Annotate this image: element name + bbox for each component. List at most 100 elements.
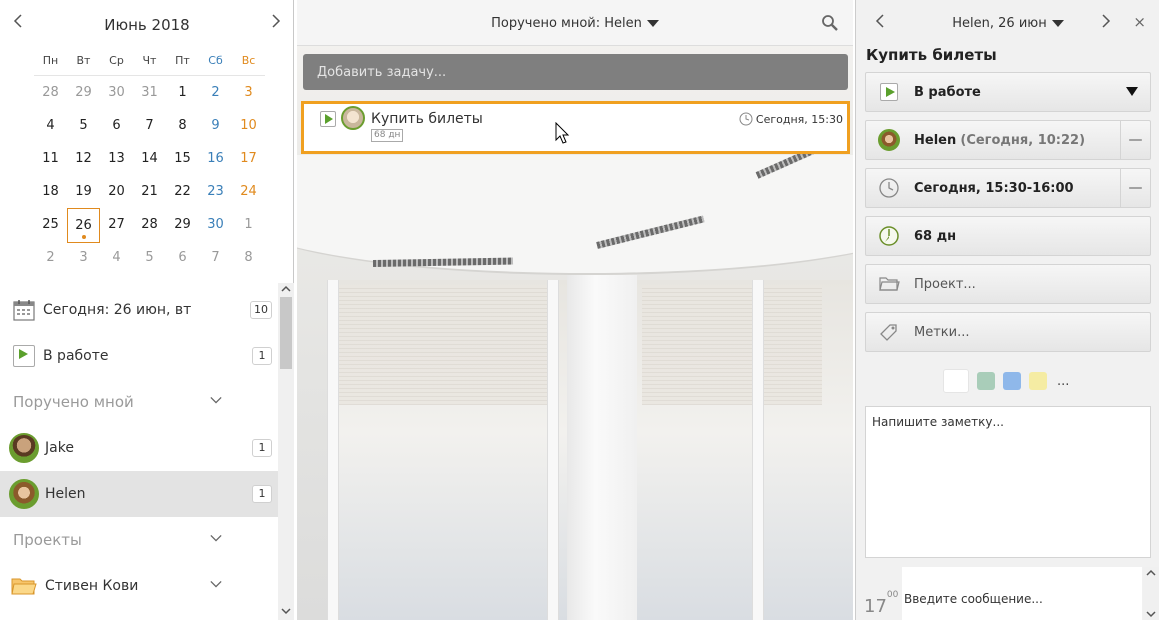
calendar-day[interactable]: 8 bbox=[166, 109, 199, 142]
next-task-button[interactable] bbox=[1100, 12, 1112, 33]
calendar-day[interactable]: 28 bbox=[133, 208, 166, 243]
task-list-panel: Поручено мной: Helen Купить билеты 68 дн… bbox=[297, 0, 853, 620]
calendar-day[interactable]: 23 bbox=[199, 175, 232, 208]
calendar-day[interactable]: 16 bbox=[199, 142, 232, 175]
calendar-day[interactable]: 20 bbox=[100, 175, 133, 208]
prev-month-button[interactable] bbox=[8, 12, 28, 33]
calendar-day[interactable]: 26 bbox=[67, 208, 100, 243]
project-field[interactable]: Проект... bbox=[865, 264, 1151, 304]
calendar-day[interactable]: 17 bbox=[232, 142, 265, 175]
calendar-day[interactable]: 5 bbox=[67, 109, 100, 142]
calendar-day[interactable]: 7 bbox=[199, 241, 232, 274]
calendar-day[interactable]: 4 bbox=[34, 109, 67, 142]
calendar-day[interactable]: 9 bbox=[199, 109, 232, 142]
calendar-day[interactable]: 13 bbox=[100, 142, 133, 175]
next-month-button[interactable] bbox=[266, 12, 286, 33]
calendar-day[interactable]: 5 bbox=[133, 241, 166, 274]
calendar-day[interactable]: 28 bbox=[34, 76, 67, 109]
calendar-day[interactable]: 27 bbox=[100, 208, 133, 243]
chevron-down-icon bbox=[210, 396, 222, 404]
add-task-input[interactable] bbox=[303, 54, 848, 90]
color-swatch-white[interactable] bbox=[943, 369, 969, 393]
view-selector[interactable]: Поручено мной: Helen bbox=[297, 16, 853, 31]
detail-task-title[interactable]: Купить билеты bbox=[866, 46, 997, 64]
calendar-day[interactable]: 8 bbox=[232, 241, 265, 274]
sidebar-scrollbar[interactable] bbox=[278, 283, 294, 620]
sidebar-item-jake[interactable]: Jake 1 bbox=[0, 425, 278, 471]
calendar-day[interactable]: 21 bbox=[133, 175, 166, 208]
calendar-day[interactable]: 19 bbox=[67, 175, 100, 208]
prev-task-button[interactable] bbox=[874, 12, 886, 33]
calendar-day[interactable]: 30 bbox=[100, 76, 133, 109]
weekday-label: Ср bbox=[109, 54, 124, 67]
sidebar-item-helen[interactable]: Helen 1 bbox=[0, 471, 278, 517]
calendar-day[interactable]: 11 bbox=[34, 142, 67, 175]
calendar-day[interactable]: 29 bbox=[67, 76, 100, 109]
calendar-day[interactable]: 25 bbox=[34, 208, 67, 243]
count-badge: 10 bbox=[250, 301, 272, 319]
calendar-day[interactable]: 6 bbox=[166, 241, 199, 274]
duration-field[interactable]: 68 дн bbox=[865, 216, 1151, 256]
timer-icon bbox=[879, 226, 899, 246]
section-assigned-by-me[interactable]: Поручено мной bbox=[0, 379, 278, 425]
weekday-label: Сб bbox=[208, 54, 223, 67]
calendar-day[interactable]: 2 bbox=[199, 76, 232, 109]
calendar-day[interactable]: 12 bbox=[67, 142, 100, 175]
add-task-field[interactable] bbox=[303, 54, 848, 90]
task-row[interactable]: Купить билеты 68 дн Сегодня, 15:30 bbox=[301, 101, 850, 154]
calendar-day[interactable]: 3 bbox=[232, 76, 265, 109]
calendar-day[interactable]: 10 bbox=[232, 109, 265, 142]
calendar-day[interactable]: 22 bbox=[166, 175, 199, 208]
remove-schedule-button[interactable]: — bbox=[1120, 169, 1150, 207]
color-swatch-yellow[interactable] bbox=[1029, 372, 1047, 390]
calendar-day[interactable]: 4 bbox=[100, 241, 133, 274]
assignee-field[interactable]: Helen (Сегодня, 10:22) — bbox=[865, 120, 1151, 160]
sidebar-item-today[interactable]: Сегодня: 26 июн, вт 10 bbox=[0, 287, 278, 333]
calendar-day[interactable]: 31 bbox=[133, 76, 166, 109]
calendar-day[interactable]: 7 bbox=[133, 109, 166, 142]
calendar-weeks: 28 29 30 31 1 2 3 4 5 6 7 8 9 10 11 12 13 14 15 16 17 18 19 20 2… bbox=[34, 76, 265, 274]
note-area[interactable] bbox=[865, 406, 1151, 558]
calendar-day[interactable]: 30 bbox=[199, 208, 232, 243]
calendar-day[interactable]: 3 bbox=[67, 241, 100, 274]
scroll-up-icon[interactable] bbox=[281, 285, 291, 296]
calendar-grid: Пн Вт Ср Чт Пт Сб Вс 28 29 30 31 1 2 3 4 5 6 7 8 9 10… bbox=[34, 50, 265, 274]
schedule-field[interactable]: Сегодня, 15:30-16:00 — bbox=[865, 168, 1151, 208]
calendar-day[interactable]: 2 bbox=[34, 241, 67, 274]
chevron-left-icon bbox=[13, 14, 22, 28]
sidebar-item-project[interactable]: Стивен Кови bbox=[0, 563, 278, 609]
calendar-day[interactable]: 29 bbox=[166, 208, 199, 243]
color-swatch-green[interactable] bbox=[977, 372, 995, 390]
weekday-label: Пт bbox=[175, 54, 190, 67]
chevron-right-icon bbox=[1102, 14, 1111, 28]
message-field[interactable] bbox=[902, 567, 1142, 620]
calendar-day[interactable]: 15 bbox=[166, 142, 199, 175]
tags-field[interactable]: Метки... bbox=[865, 312, 1151, 352]
close-icon[interactable]: × bbox=[1133, 13, 1146, 31]
calendar-day[interactable]: 6 bbox=[100, 109, 133, 142]
calendar-day[interactable]: 24 bbox=[232, 175, 265, 208]
search-icon[interactable] bbox=[821, 14, 839, 32]
avatar bbox=[878, 129, 900, 151]
section-projects[interactable]: Проекты bbox=[0, 517, 278, 563]
color-swatch-blue[interactable] bbox=[1003, 372, 1021, 390]
remove-assignee-button[interactable]: — bbox=[1120, 121, 1150, 159]
detail-date-selector[interactable]: Helen, 26 июн bbox=[916, 16, 1100, 31]
scrollbar-thumb[interactable] bbox=[280, 297, 292, 369]
chevron-down-icon bbox=[210, 534, 222, 542]
note-textarea[interactable] bbox=[866, 407, 1150, 557]
status-dropdown[interactable]: В работе bbox=[865, 72, 1151, 112]
calendar-day[interactable]: 14 bbox=[133, 142, 166, 175]
more-colors-button[interactable]: ... bbox=[1057, 374, 1069, 389]
calendar-day[interactable]: 1 bbox=[232, 208, 265, 243]
message-scrollbar[interactable] bbox=[1143, 567, 1159, 620]
calendar-month-title[interactable]: Июнь 2018 bbox=[80, 16, 214, 34]
weekday-row: Пн Вт Ср Чт Пт Сб Вс bbox=[34, 50, 265, 76]
calendar-day[interactable]: 1 bbox=[166, 76, 199, 109]
play-icon[interactable] bbox=[320, 111, 336, 127]
calendar-day[interactable]: 18 bbox=[34, 175, 67, 208]
weekday-label: Чт bbox=[142, 54, 157, 67]
sidebar-item-in-progress[interactable]: В работе 1 bbox=[0, 333, 278, 379]
message-input[interactable] bbox=[902, 567, 1142, 620]
scroll-down-icon[interactable] bbox=[281, 607, 291, 618]
